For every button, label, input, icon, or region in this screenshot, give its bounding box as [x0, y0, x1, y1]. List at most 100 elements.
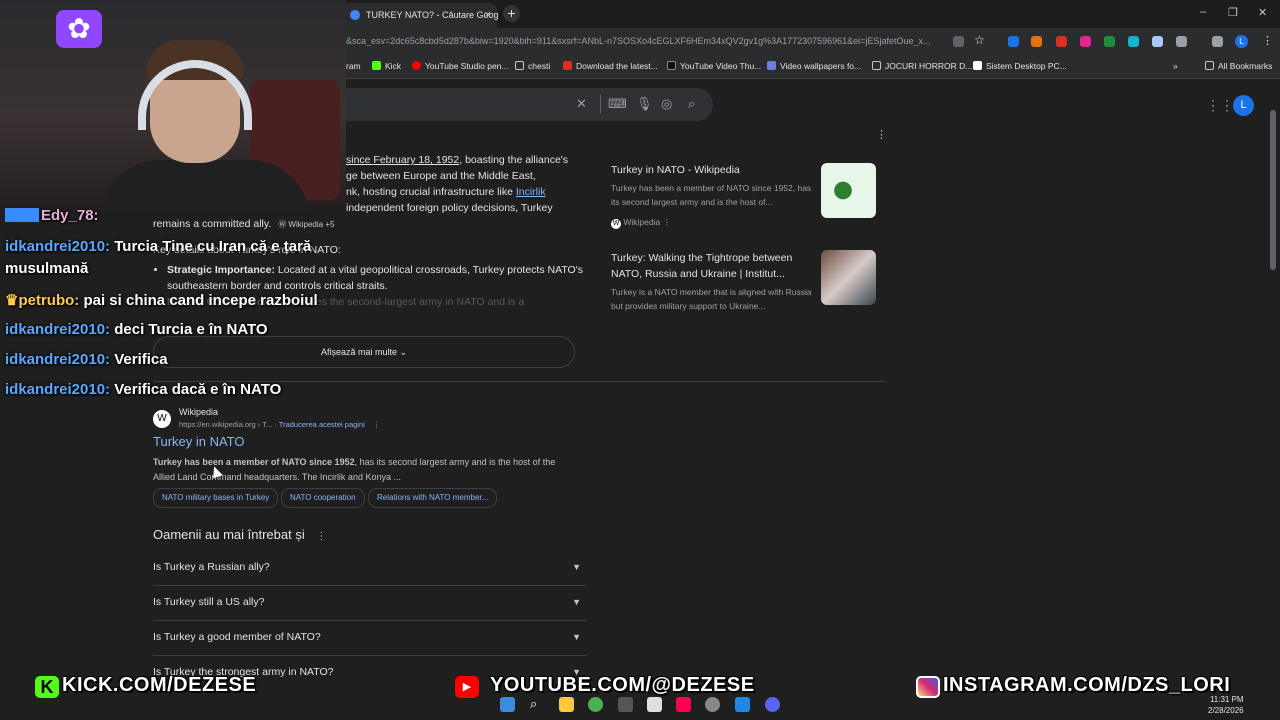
system-clock[interactable]: 11:31 PM 2/28/2026 — [1208, 694, 1244, 716]
bookmark-item[interactable]: YouTube Video Thu... — [667, 61, 761, 71]
browser-tab[interactable]: TURKEY NATO? - Căutare Goog × — [342, 3, 499, 28]
site-icon — [767, 61, 776, 70]
tab-title: TURKEY NATO? - Căutare Goog — [366, 10, 499, 20]
bookmark-item[interactable]: Download the latest... — [563, 61, 658, 71]
related-chip[interactable]: NATO military bases in Turkey — [153, 488, 279, 508]
show-more-button[interactable]: Afișează mai multe ⌄ — [153, 336, 575, 368]
related-chip[interactable]: NATO cooperation — [281, 488, 365, 508]
kick-promo: KICK.COM/DEZESE — [62, 674, 257, 696]
extension-icon[interactable] — [1128, 36, 1139, 47]
bookmark-item[interactable]: Video wallpapers fo... — [767, 61, 861, 71]
chat-message: musulmană — [5, 260, 89, 277]
wikipedia-icon: W — [153, 410, 171, 428]
extension-icon[interactable] — [1008, 36, 1019, 47]
maximize-button[interactable]: ❐ — [1228, 6, 1238, 19]
leaders-photo-thumbnail[interactable] — [821, 250, 876, 305]
profile-avatar[interactable]: L — [1235, 35, 1248, 48]
search-input[interactable] — [346, 88, 713, 121]
chat-message: idkandrei2010: Turcia Tine cu Iran că e … — [5, 238, 312, 255]
chat-message: Edy_78: — [5, 207, 99, 224]
clear-search-icon[interactable]: ✕ — [576, 96, 587, 112]
puzzle-icon[interactable] — [1176, 36, 1187, 47]
list-item: Strategic Importance: Located at a vital… — [167, 262, 587, 294]
kebab-menu-icon[interactable]: ⋮ — [373, 420, 381, 429]
result-site-name: Wikipedia — [179, 407, 219, 417]
new-tab-button[interactable]: + — [503, 5, 520, 22]
account-avatar[interactable]: L — [1233, 95, 1254, 116]
menu-list-icon[interactable] — [1212, 36, 1223, 47]
lens-icon[interactable]: ◎ — [661, 96, 672, 112]
chat-message: ♛petrubo: pai si china cand incepe razbo… — [5, 292, 318, 309]
minimize-button[interactable]: – — [1200, 6, 1206, 18]
ai-overview-menu-icon[interactable]: ⋮ — [876, 128, 887, 141]
kick-logo-icon: K — [35, 676, 59, 698]
divider — [600, 95, 601, 113]
ai-overview-text: since February 18, 1952, boasting the al… — [346, 154, 569, 214]
translate-link[interactable]: Traducerea acestei pagini — [279, 420, 365, 429]
windows-start-icon[interactable] — [500, 697, 515, 712]
tiktok-icon[interactable] — [676, 697, 691, 712]
breadcrumb: https://en.wikipedia.org › T... · Traduc… — [179, 420, 381, 429]
scrollbar[interactable] — [1270, 110, 1276, 270]
wikipedia-icon: Ⓦ — [278, 220, 287, 229]
bookmark-folder[interactable]: JOCURI HORROR D... — [872, 61, 972, 71]
app-icon[interactable] — [647, 697, 662, 712]
related-chip[interactable]: Relations with NATO member... — [368, 488, 498, 508]
bookmark-star-icon[interactable]: ☆ — [974, 33, 985, 47]
bookmark-item[interactable]: ram — [346, 61, 361, 71]
app-icon[interactable] — [735, 697, 750, 712]
chevron-down-icon: ▼ — [572, 597, 581, 607]
bookmark-folder[interactable]: chesti — [515, 61, 550, 71]
instagram-logo-icon — [916, 676, 940, 698]
discord-icon[interactable] — [765, 697, 780, 712]
all-bookmarks[interactable]: All Bookmarks — [1205, 61, 1272, 71]
bookmark-item[interactable]: YouTube Studio pen... — [412, 61, 509, 71]
settings-icon[interactable] — [705, 697, 720, 712]
youtube-promo: YOUTUBE.COM/@DEZESE — [490, 674, 755, 696]
close-window-button[interactable]: ✕ — [1258, 6, 1267, 19]
file-explorer-icon[interactable] — [559, 697, 574, 712]
cog-logo-icon: ✿ — [56, 10, 102, 48]
streamer-body — [100, 160, 310, 212]
kick-icon — [372, 61, 381, 70]
bookmarks-overflow-icon[interactable]: » — [1173, 61, 1178, 71]
kebab-menu-icon[interactable]: ⋮ — [663, 217, 672, 227]
source-badge[interactable]: Ⓦ Wikipedia +5 — [278, 220, 334, 229]
incirlik-link[interactable]: Incirlik — [516, 186, 546, 198]
bookmark-item[interactable]: Sistem Desktop PC... — [973, 61, 1067, 71]
extension-icon[interactable] — [1080, 36, 1091, 47]
extension-icon[interactable] — [1056, 36, 1067, 47]
result-title-link[interactable]: Turkey in NATO — [153, 434, 245, 449]
chevron-down-icon: ▼ — [572, 632, 581, 642]
microphone-icon[interactable]: 🎙︎ — [636, 96, 653, 112]
extension-icon[interactable] — [1152, 36, 1163, 47]
folder-icon — [872, 61, 881, 70]
extension-icon[interactable] — [1104, 36, 1115, 47]
webcam-overlay: ✿ — [0, 0, 346, 212]
search-icon[interactable]: ⌕ — [688, 96, 695, 112]
translate-icon[interactable] — [953, 36, 964, 47]
kebab-menu-icon[interactable]: ⋮ — [316, 531, 326, 542]
paa-question[interactable]: Is Turkey a Russian ally? ▼ — [153, 550, 587, 586]
paa-question[interactable]: Is Turkey a good member of NATO? ▼ — [153, 620, 587, 656]
bookmark-item[interactable]: Kick — [372, 61, 401, 71]
close-tab-icon[interactable]: × — [485, 3, 491, 28]
chevron-down-icon: ⌄ — [399, 347, 408, 357]
address-bar-url[interactable]: &sca_esv=2dc65c8cbd5d287b&biw=1920&bih=9… — [346, 36, 944, 46]
crown-icon: ♛ — [5, 292, 19, 309]
nato-map-thumbnail[interactable] — [821, 163, 876, 218]
date-link[interactable]: since February 18, 1952 — [346, 154, 459, 166]
kebab-menu-icon[interactable]: ⋮ — [1262, 34, 1273, 47]
search-icon[interactable]: ⌕ — [530, 696, 537, 712]
paa-heading: Oamenii au mai întrebat și ⋮ — [153, 527, 327, 542]
app-icon[interactable] — [618, 697, 633, 712]
chat-message: idkandrei2010: Verifica dacă e în NATO — [5, 381, 282, 398]
keyboard-icon[interactable]: ⌨ — [608, 96, 627, 112]
chat-message: idkandrei2010: Verifica — [5, 351, 168, 368]
chrome-icon[interactable] — [588, 697, 603, 712]
youtube-logo-icon: ▶ — [455, 676, 479, 698]
ai-overview-conclusion: remains a committed ally. Ⓦ Wikipedia +5 — [153, 218, 335, 230]
paa-question[interactable]: Is Turkey still a US ally? ▼ — [153, 585, 587, 621]
google-favicon-icon — [350, 10, 360, 20]
extension-icon[interactable] — [1031, 36, 1042, 47]
